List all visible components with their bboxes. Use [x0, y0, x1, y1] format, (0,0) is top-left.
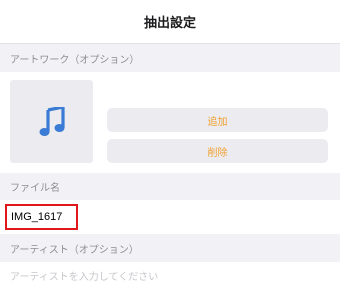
delete-artwork-button[interactable]: 削除 — [107, 139, 328, 163]
page-title: 抽出設定 — [143, 16, 196, 31]
artwork-thumbnail[interactable] — [10, 80, 93, 163]
filename-row — [0, 200, 340, 234]
artist-section-label: アーティスト（オプション） — [10, 244, 139, 256]
artist-input[interactable] — [0, 262, 340, 293]
artist-row — [0, 262, 340, 293]
filename-input[interactable] — [5, 204, 78, 230]
music-note-icon — [39, 106, 65, 136]
artwork-row: 追加 削除 — [0, 72, 340, 173]
artist-section-header: アーティスト（オプション） — [0, 234, 340, 262]
artwork-section-label: アートワーク（オプション） — [10, 54, 140, 66]
add-artwork-button[interactable]: 追加 — [107, 108, 328, 132]
nav-header: 抽出設定 — [0, 0, 340, 44]
artwork-section-header: アートワーク（オプション） — [0, 44, 340, 72]
filename-section-label: ファイル名 — [10, 183, 60, 194]
filename-section-header: ファイル名 — [0, 173, 340, 200]
